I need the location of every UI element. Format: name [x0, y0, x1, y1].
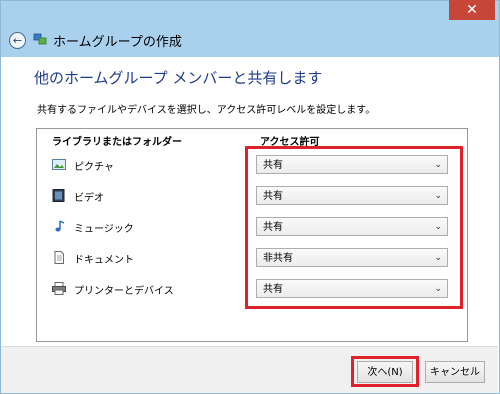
homegroup-icon: [33, 33, 47, 45]
dialog-footer: [1, 346, 498, 393]
row-label-printers: プリンターとデバイス: [74, 286, 174, 297]
window-title: ホームグループの作成: [53, 35, 182, 50]
back-button[interactable]: ←: [9, 32, 26, 49]
close-button[interactable]: ✕: [449, 0, 495, 20]
cancel-button[interactable]: キャンセル: [425, 361, 485, 383]
page-description: 共有するファイルやデバイスを選択し、アクセス許可レベルを設定します。: [37, 105, 376, 116]
highlight-next: [351, 356, 419, 387]
highlight-permissions: [245, 146, 463, 309]
documents-icon: [54, 251, 64, 264]
row-label-pictures: ピクチャ: [74, 162, 114, 173]
row-label-music: ミュージック: [74, 224, 134, 235]
row-label-documents: ドキュメント: [74, 255, 134, 266]
pictures-icon: [52, 159, 66, 170]
printer-icon: [52, 282, 66, 295]
page-heading: 他のホームグループ メンバーと共有します: [34, 69, 323, 87]
music-icon: [55, 220, 65, 232]
row-label-videos: ビデオ: [74, 193, 104, 204]
videos-icon: [52, 189, 65, 202]
column-header-library: ライブラリまたはフォルダー: [52, 137, 182, 148]
